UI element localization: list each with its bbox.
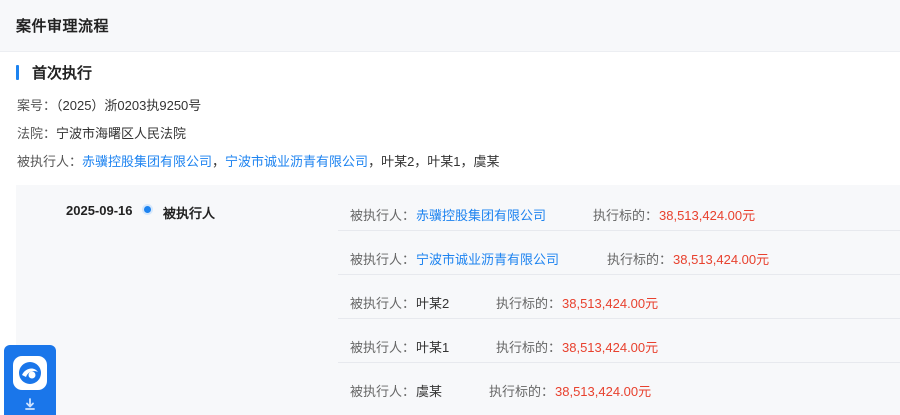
entry-name: 叶某1 bbox=[416, 340, 450, 355]
separator: ， bbox=[212, 154, 226, 169]
timeline-entry: 被执行人： 宁波市诚业沥青有限公司 执行标的： 38,513,424.00元 bbox=[338, 231, 900, 275]
entry-label: 被执行人： bbox=[350, 208, 416, 223]
entry-amount-label: 执行标的： bbox=[489, 384, 555, 399]
court-label: 法院： bbox=[17, 126, 57, 141]
entry-amount: 38,513,424.00元 bbox=[562, 340, 659, 355]
panel-title: 案件审理流程 bbox=[16, 18, 110, 35]
executed-link-2[interactable]: 宁波市诚业沥青有限公司 bbox=[225, 154, 368, 169]
entry-name: 虞某 bbox=[416, 384, 443, 399]
timeline-dot-icon bbox=[144, 206, 151, 213]
section-title: 首次执行 bbox=[32, 64, 93, 82]
entry-amount: 38,513,424.00元 bbox=[555, 384, 652, 399]
app-download-badge[interactable] bbox=[4, 345, 56, 415]
timeline-type: 被执行人 bbox=[163, 206, 216, 221]
executed-label: 被执行人： bbox=[17, 154, 83, 169]
entry-label: 被执行人： bbox=[350, 384, 416, 399]
entry-amount-label: 执行标的： bbox=[496, 296, 562, 311]
entry-amount-label: 执行标的： bbox=[593, 208, 659, 223]
entry-name-link[interactable]: 宁波市诚业沥青有限公司 bbox=[416, 249, 559, 268]
timeline-entry: 被执行人： 叶某2 执行标的： 38,513,424.00元 bbox=[338, 275, 900, 319]
entry-name: 叶某2 bbox=[416, 296, 450, 311]
entry-label: 被执行人： bbox=[350, 252, 416, 267]
entry-label: 被执行人： bbox=[350, 340, 416, 355]
executed-link-1[interactable]: 赤骥控股集团有限公司 bbox=[82, 154, 212, 169]
timeline-date: 2025-09-16 bbox=[66, 203, 133, 218]
executed-others: 叶某2，叶某1，虞某 bbox=[381, 154, 500, 169]
timeline-entry: 被执行人： 赤骥控股集团有限公司 执行标的： 38,513,424.00元 bbox=[338, 187, 900, 231]
entry-name-link[interactable]: 赤骥控股集团有限公司 bbox=[416, 205, 546, 224]
timeline-entry: 被执行人： 虞某 执行标的： 38,513,424.00元 bbox=[338, 363, 900, 407]
entry-amount-label: 执行标的： bbox=[496, 340, 562, 355]
separator: ， bbox=[368, 154, 382, 169]
section-header: 首次执行 bbox=[16, 63, 93, 82]
entry-amount: 38,513,424.00元 bbox=[673, 252, 770, 267]
section-accent-bar bbox=[16, 64, 19, 80]
timeline-entry: 被执行人： 叶某1 执行标的： 38,513,424.00元 bbox=[338, 319, 900, 363]
entry-amount-label: 执行标的： bbox=[607, 252, 673, 267]
entry-label: 被执行人： bbox=[350, 296, 416, 311]
case-number-row: 案号：（2025）浙0203执9250号 bbox=[17, 95, 201, 114]
court-value: 宁波市海曙区人民法院 bbox=[56, 126, 187, 141]
entry-amount: 38,513,424.00元 bbox=[562, 296, 659, 311]
app-logo-icon bbox=[13, 356, 47, 390]
download-icon bbox=[10, 396, 50, 412]
case-number-value: （2025）浙0203执9250号 bbox=[56, 98, 202, 113]
panel-header: 案件审理流程 bbox=[0, 0, 900, 52]
court-row: 法院：宁波市海曙区人民法院 bbox=[17, 123, 186, 142]
executed-row: 被执行人：赤骥控股集团有限公司，宁波市诚业沥青有限公司，叶某2，叶某1，虞某 bbox=[17, 151, 500, 170]
entry-amount: 38,513,424.00元 bbox=[659, 208, 756, 223]
case-number-label: 案号： bbox=[17, 98, 57, 113]
